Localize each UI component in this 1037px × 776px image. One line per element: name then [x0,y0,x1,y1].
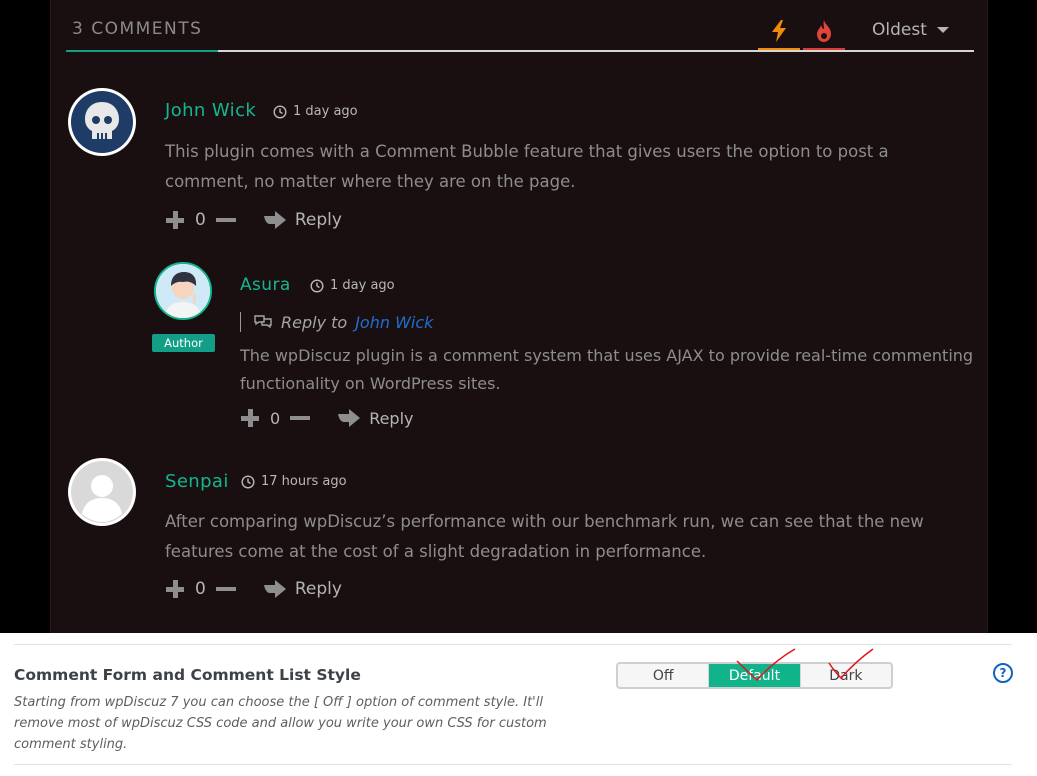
reply-arrow-icon [263,580,286,598]
clock-icon [241,474,255,489]
reply-label: Reply [294,210,342,230]
upvote-icon[interactable] [240,408,260,428]
comment-text-line: functionality on WordPress sites. [240,374,501,393]
comments-count: 3 COMMENTS [72,19,203,39]
comment-actions: 0 Reply [165,579,342,599]
style-option-off[interactable]: Off [618,664,708,687]
vote-count: 0 [270,408,281,428]
help-icon[interactable]: ? [993,663,1013,683]
clock-icon [310,278,324,293]
downvote-icon[interactable] [215,587,236,591]
fire-icon [817,20,831,42]
clock-icon [273,104,287,119]
sort-popular-button[interactable] [803,14,845,50]
comment-actions: 0 Reply [240,408,414,428]
comment-time-label: 1 day ago [330,278,395,293]
reply-label: Reply [369,408,414,428]
reply-button[interactable]: Reply [263,579,342,599]
upvote-icon[interactable] [165,210,185,230]
reply-to-label: Reply to [281,312,348,332]
setting-description: Starting from wpDiscuz 7 you can choose … [14,695,547,752]
divider [14,644,1012,645]
comment-text-line: This plugin comes with a Comment Bubble … [165,142,889,161]
comment-time-label: 17 hours ago [261,474,347,489]
comment-author[interactable]: John Wick [165,100,256,121]
vote-count: 0 [195,210,206,230]
reply-button[interactable]: Reply [263,210,342,230]
comment-text-line: features come at the cost of a slight de… [165,542,707,561]
checkmark-annotation-icon [736,648,874,682]
sort-newest-button[interactable] [758,14,800,50]
comment-time[interactable]: 1 day ago [273,104,358,119]
downvote-icon[interactable] [215,218,236,222]
comments-panel: 3 COMMENTS Oldest John Wick 1 day ago Th… [50,0,988,633]
anime-avatar-icon [156,264,210,318]
comment-time[interactable]: 1 day ago [310,278,395,293]
skull-avatar-icon [71,91,133,153]
setting-title: Comment Form and Comment List Style [14,666,361,684]
comment-text-line: After comparing wpDiscuz’s performance w… [165,512,924,531]
reply-button[interactable]: Reply [338,408,414,428]
settings-section: Comment Form and Comment List Style Star… [0,633,1037,776]
sort-order-label: Oldest [872,20,927,40]
comment-time[interactable]: 17 hours ago [241,474,347,489]
upvote-icon[interactable] [165,579,185,599]
reply-to-indicator: Reply to John Wick [240,312,433,332]
comment-author[interactable]: Senpai [165,471,229,492]
comment-text: After comparing wpDiscuz’s performance w… [165,507,975,567]
vote-count: 0 [195,579,206,599]
downvote-icon[interactable] [290,416,311,420]
author-badge: Author [152,334,215,352]
bolt-icon [772,20,786,42]
avatar [154,262,212,320]
caret-down-icon [936,27,949,33]
divider [14,764,1012,765]
default-user-avatar-icon [71,461,133,523]
reply-arrow-icon [263,211,286,229]
count-underline [66,50,218,52]
reply-arrow-icon [338,409,361,427]
comment-time-label: 1 day ago [293,104,358,119]
avatar [68,458,136,526]
comment-text-line: The wpDiscuz plugin is a comment system … [240,346,974,365]
comments-header: 3 COMMENTS Oldest [66,0,974,52]
comments-icon [254,315,272,329]
avatar [68,88,136,156]
comment-text: This plugin comes with a Comment Bubble … [165,137,965,197]
comment-text-line: comment, no matter where they are on the… [165,172,576,191]
sort-order-dropdown[interactable]: Oldest [872,20,949,40]
reply-to-link[interactable]: John Wick [355,313,433,332]
reply-label: Reply [294,579,342,599]
comment-text: The wpDiscuz plugin is a comment system … [240,342,980,398]
comment-actions: 0 Reply [165,210,342,230]
comment-author[interactable]: Asura [240,275,291,295]
